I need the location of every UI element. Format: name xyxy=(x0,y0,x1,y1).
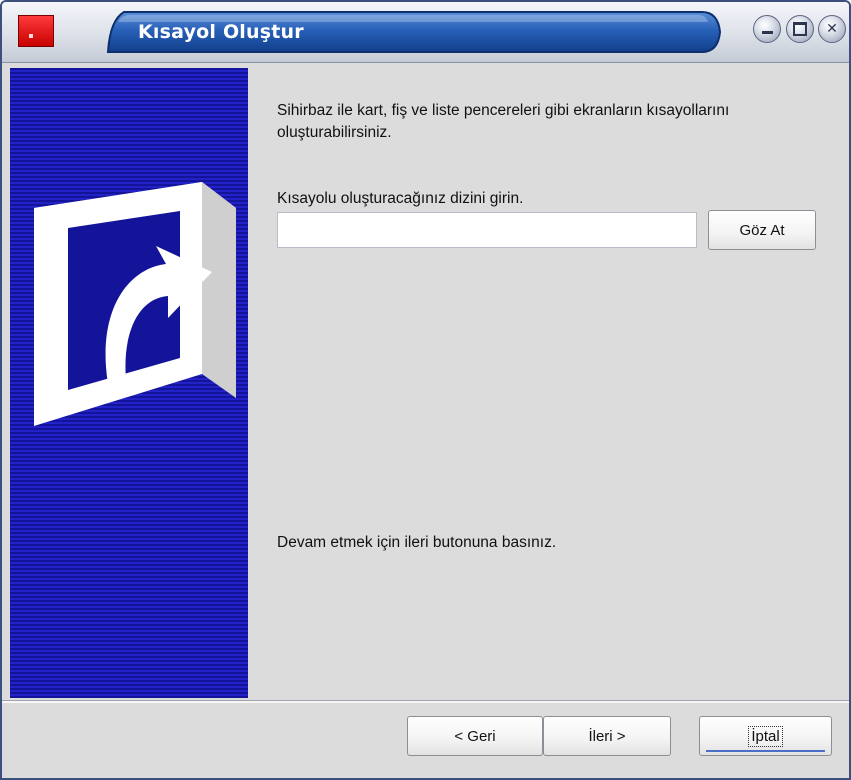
next-button[interactable]: İleri > xyxy=(543,716,671,756)
back-button[interactable]: < Geri xyxy=(407,716,543,756)
intro-text: Sihirbaz ile kart, fiş ve liste pencerel… xyxy=(277,102,730,141)
window-title: Kısayol Oluştur xyxy=(138,21,304,43)
continue-hint: Devam etmek için ileri butonuna basınız. xyxy=(277,534,557,551)
shortcut-wizard-window: Kısayol Oluştur ✕ Sihirbaz ile kart, fiş… xyxy=(0,0,851,780)
app-icon[interactable] xyxy=(18,15,54,47)
minimize-icon xyxy=(761,30,773,34)
browse-button[interactable]: Göz At xyxy=(708,210,816,250)
cancel-button[interactable]: İptal xyxy=(699,716,832,756)
maximize-icon xyxy=(793,22,807,36)
footer-divider xyxy=(2,700,849,703)
minimize-button[interactable] xyxy=(753,15,781,43)
directory-input[interactable] xyxy=(277,212,697,248)
directory-label: Kısayolu oluşturacağınız dizini girin. xyxy=(277,190,524,207)
title-tab: Kısayol Oluştur xyxy=(106,10,722,54)
title-bar[interactable]: Kısayol Oluştur ✕ xyxy=(2,2,849,63)
cancel-label: İptal xyxy=(748,725,783,747)
shortcut-arrow-icon xyxy=(34,182,236,426)
close-icon: ✕ xyxy=(826,21,838,37)
maximize-button[interactable] xyxy=(786,15,814,43)
close-button[interactable]: ✕ xyxy=(818,15,846,43)
wizard-banner xyxy=(10,68,248,698)
